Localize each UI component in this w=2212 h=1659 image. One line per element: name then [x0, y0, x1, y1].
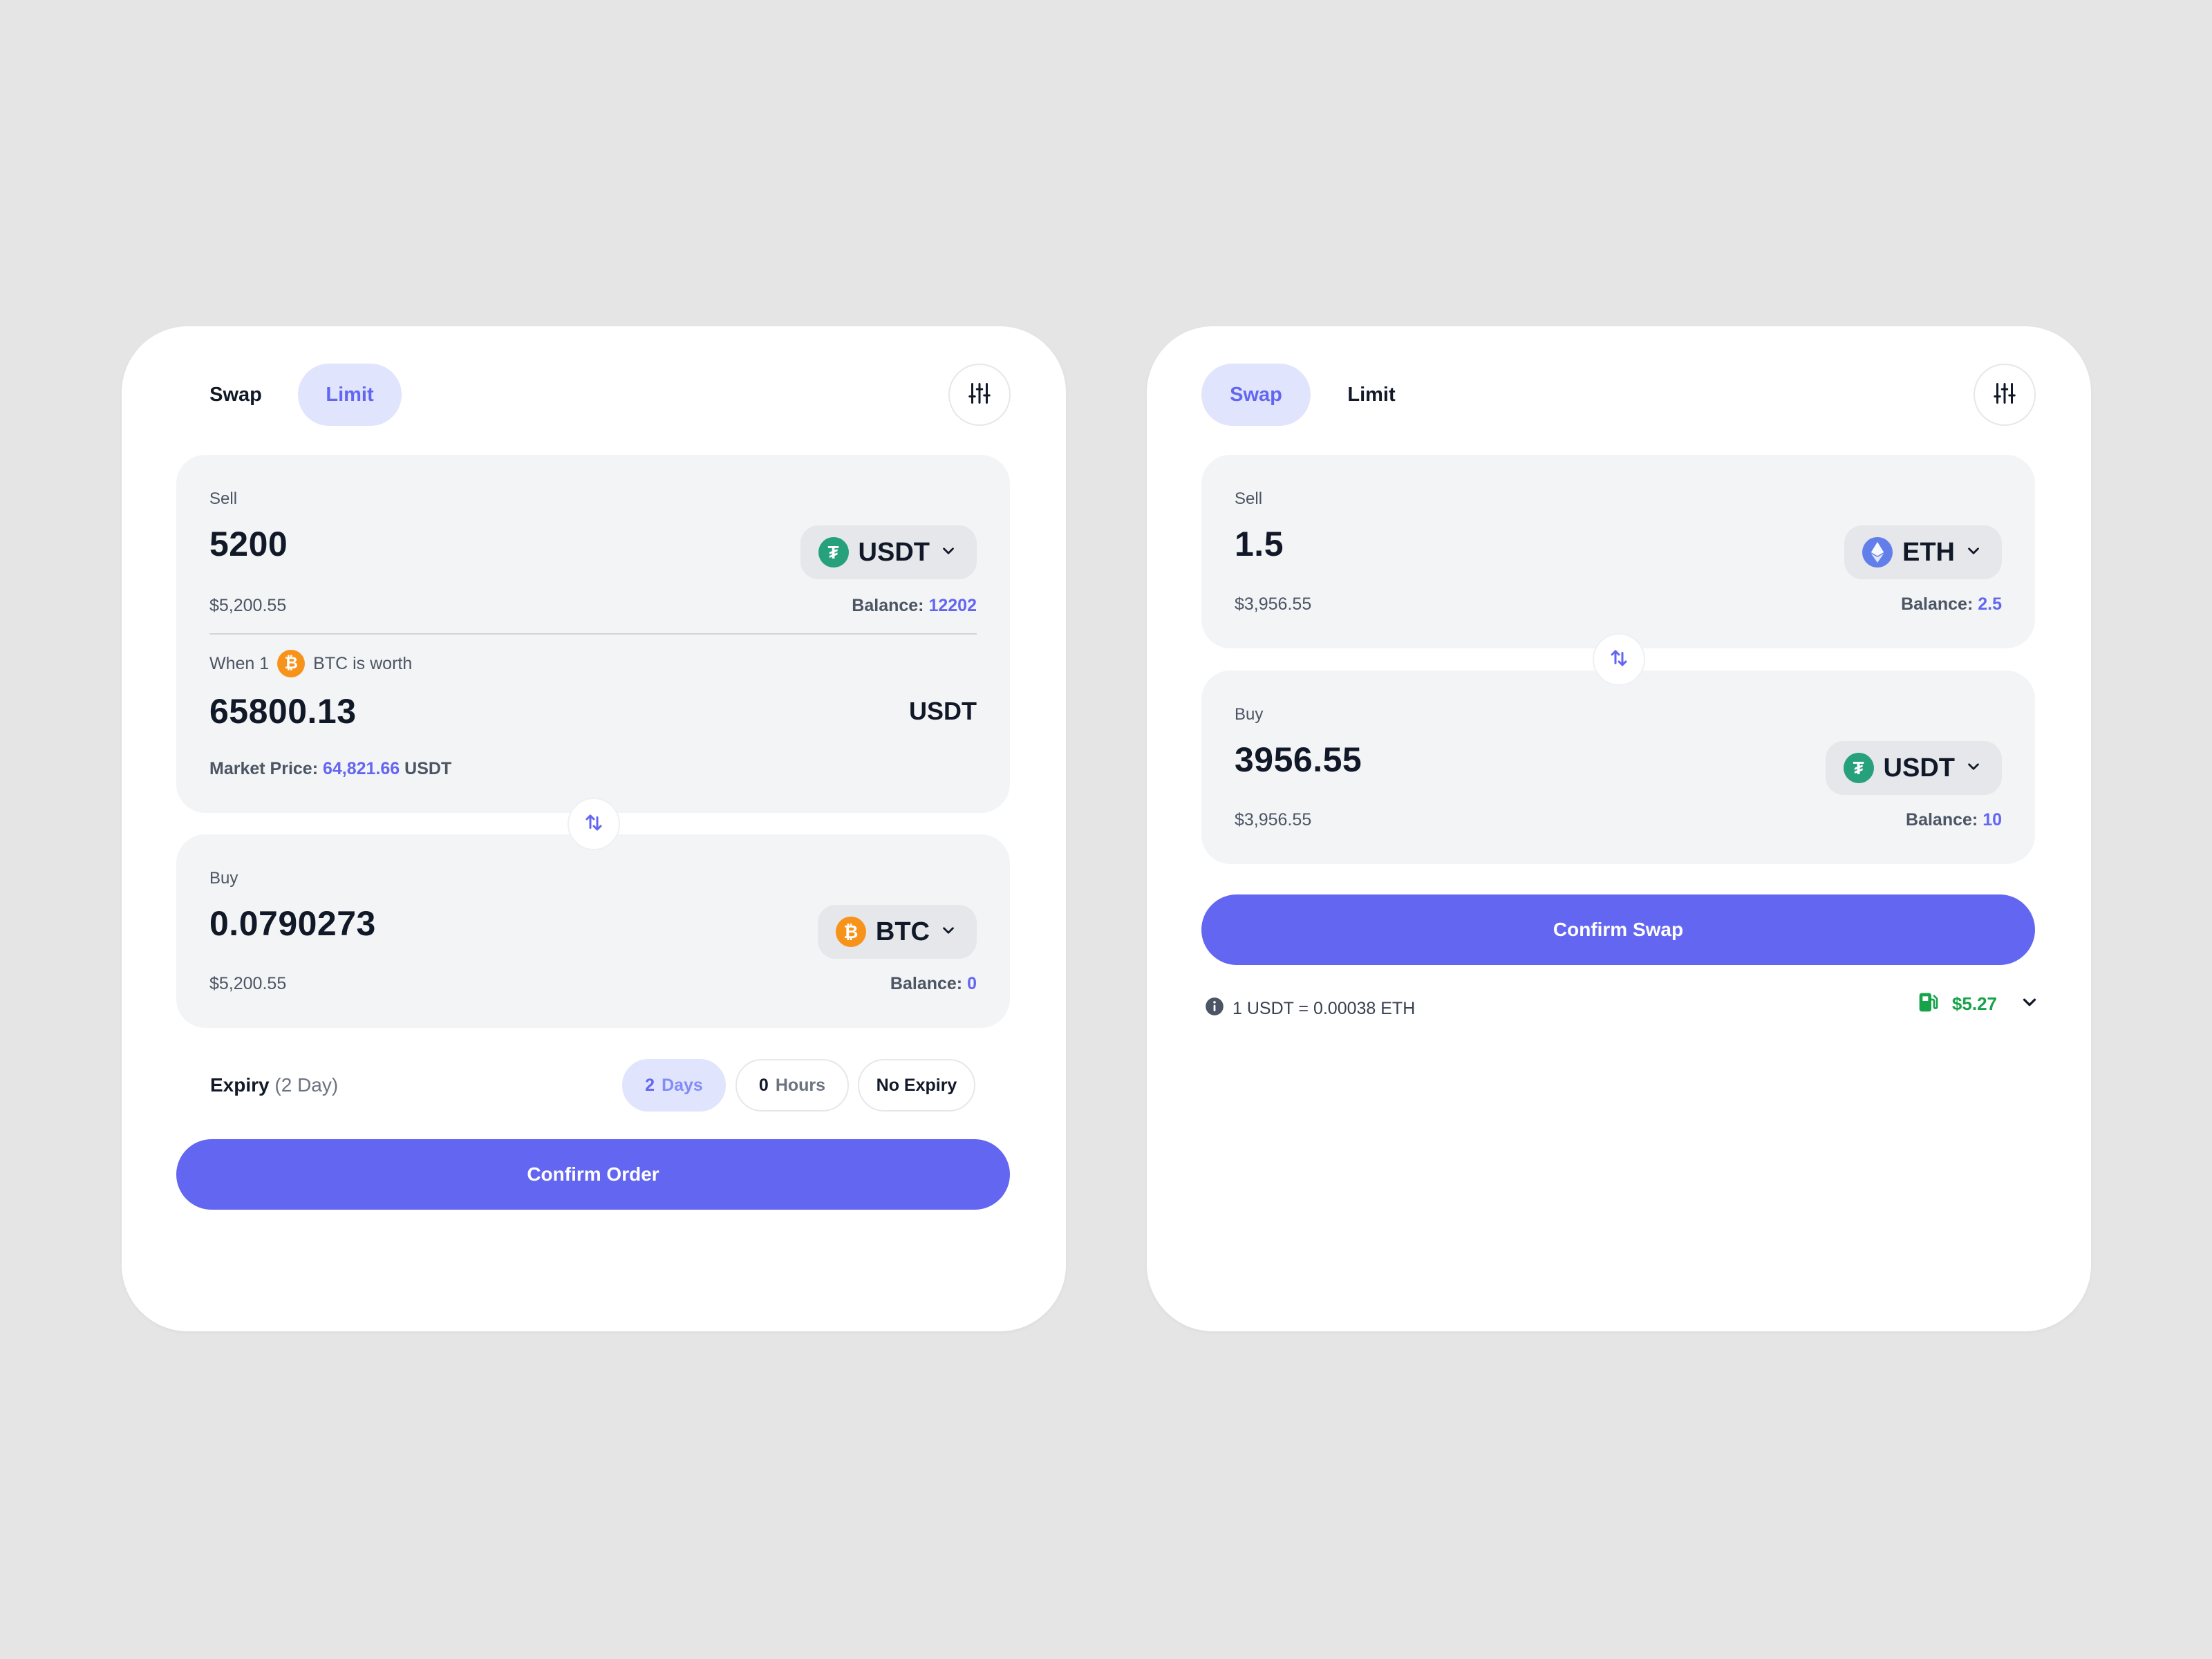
ethereum-icon — [1862, 537, 1893, 568]
tether-icon: ₮ — [1843, 753, 1874, 783]
expiry-detail: (2 Day) — [274, 1074, 339, 1096]
sell-amount-input[interactable] — [1235, 524, 1649, 564]
sell-token-select[interactable]: ₮ USDT — [800, 525, 977, 579]
rate-prefix: When 1 — [209, 653, 270, 673]
sell-fiat-value: $3,956.55 — [1235, 594, 1312, 614]
rate-unit: USDT — [909, 697, 977, 725]
sell-token-name: USDT — [858, 537, 930, 567]
chevron-down-icon — [939, 542, 957, 563]
buy-token-select[interactable]: ₿ BTC — [817, 905, 977, 959]
sell-panel: Sell ETH $3,956.55 Balance: 2.5 — [1201, 455, 2035, 648]
sell-token-name: ETH — [1902, 537, 1955, 567]
swap-arrows-icon — [583, 812, 604, 836]
bitcoin-icon: ₿ — [835, 917, 866, 947]
buy-amount-input[interactable] — [209, 903, 624, 944]
buy-label: Buy — [209, 869, 238, 888]
chip-unit: Days — [662, 1075, 703, 1095]
buy-fiat-value: $5,200.55 — [209, 974, 287, 993]
tab-limit[interactable]: Limit — [298, 364, 402, 426]
buy-token-name: USDT — [1883, 753, 1955, 782]
rate-amount-input[interactable] — [209, 691, 624, 731]
buy-panel: Buy ₿ BTC $5,200.55 Balance: 0 — [176, 834, 1010, 1028]
buy-amount-input[interactable] — [1235, 740, 1649, 780]
buy-fiat-value: $3,956.55 — [1235, 810, 1312, 830]
confirm-order-button[interactable]: Confirm Order — [176, 1139, 1010, 1210]
buy-token-select[interactable]: ₮ USDT — [1825, 741, 2002, 795]
exchange-rate-text: 1 USDT = 0.00038 ETH — [1232, 999, 1416, 1018]
sell-panel: Sell ₮ USDT $5,200.55 Balance: 12202 Whe… — [176, 455, 1010, 813]
chip-number: 0 — [758, 1075, 769, 1095]
expiry-option-hours[interactable]: 0 Hours — [735, 1059, 849, 1112]
sell-amount-input[interactable] — [209, 524, 624, 564]
expiry-option-no-expiry[interactable]: No Expiry — [858, 1059, 975, 1112]
tether-icon: ₮ — [818, 537, 849, 568]
limit-order-card: Swap Limit Sell ₮ USDT $5,200.55 Balance… — [122, 326, 1066, 1331]
chevron-down-icon — [2019, 992, 2040, 1016]
exchange-rate-info: 1 USDT = 0.00038 ETH — [1205, 997, 1415, 1021]
buy-token-name: BTC — [875, 917, 930, 946]
gas-fee-toggle[interactable]: $5.27 — [1918, 991, 2040, 1017]
sliders-icon — [1992, 381, 2017, 409]
sell-label: Sell — [209, 489, 238, 508]
gas-pump-icon — [1918, 991, 1940, 1017]
flip-tokens-button[interactable] — [568, 798, 620, 850]
buy-balance: Balance: 0 — [890, 974, 977, 994]
expiry-option-days[interactable]: 2 Days — [622, 1059, 726, 1112]
divider — [209, 633, 977, 635]
chevron-down-icon — [1965, 758, 1983, 779]
chip-number: 2 — [645, 1075, 655, 1095]
gas-fee-value: $5.27 — [1951, 993, 1997, 1014]
info-icon — [1205, 997, 1224, 1021]
bitcoin-icon: ₿ — [277, 650, 306, 677]
market-price: Market Price: 64,821.66 USDT — [209, 759, 451, 779]
market-price-value[interactable]: 64,821.66 — [323, 759, 400, 778]
balance-value[interactable]: 10 — [1983, 810, 2002, 830]
chevron-down-icon — [1965, 542, 1983, 563]
chip-unit: Hours — [775, 1075, 826, 1095]
sell-token-select[interactable]: ETH — [1844, 525, 2002, 579]
tab-swap[interactable]: Swap — [1201, 364, 1311, 426]
market-price-unit: USDT — [404, 759, 452, 778]
buy-panel: Buy ₮ USDT $3,956.55 Balance: 10 — [1201, 671, 2035, 864]
balance-label: Balance: — [1901, 594, 1974, 614]
sell-fiat-value: $5,200.55 — [209, 596, 287, 615]
tab-swap[interactable]: Swap — [184, 364, 288, 426]
flip-tokens-button[interactable] — [1593, 633, 1645, 686]
rate-condition: When 1 ₿ BTC is worth — [209, 650, 412, 677]
sell-balance: Balance: 2.5 — [1901, 594, 2002, 615]
balance-label: Balance: — [1906, 810, 1978, 830]
chip-unit: No Expiry — [876, 1075, 957, 1095]
tab-limit[interactable]: Limit — [1320, 364, 1423, 426]
expiry-label: Expiry (2 Day) — [210, 1074, 338, 1096]
chevron-down-icon — [939, 921, 957, 943]
swap-card: Swap Limit Sell ETH $3,956.55 Balance: 2… — [1147, 326, 2091, 1331]
sell-balance: Balance: 12202 — [852, 596, 977, 616]
settings-button[interactable] — [948, 364, 1011, 426]
market-price-label: Market Price: — [209, 759, 319, 778]
balance-value[interactable]: 12202 — [928, 596, 977, 615]
confirm-swap-button[interactable]: Confirm Swap — [1201, 894, 2035, 965]
settings-button[interactable] — [1974, 364, 2036, 426]
balance-value[interactable]: 0 — [967, 974, 977, 993]
sell-label: Sell — [1235, 489, 1263, 508]
buy-balance: Balance: 10 — [1906, 810, 2002, 830]
sliders-icon — [967, 381, 992, 409]
balance-label: Balance: — [852, 596, 924, 615]
balance-value[interactable]: 2.5 — [1978, 594, 2002, 614]
balance-label: Balance: — [890, 974, 963, 993]
swap-arrows-icon — [1609, 648, 1629, 672]
expiry-title: Expiry — [210, 1074, 270, 1096]
rate-suffix: BTC is worth — [313, 653, 413, 673]
buy-label: Buy — [1235, 705, 1264, 724]
